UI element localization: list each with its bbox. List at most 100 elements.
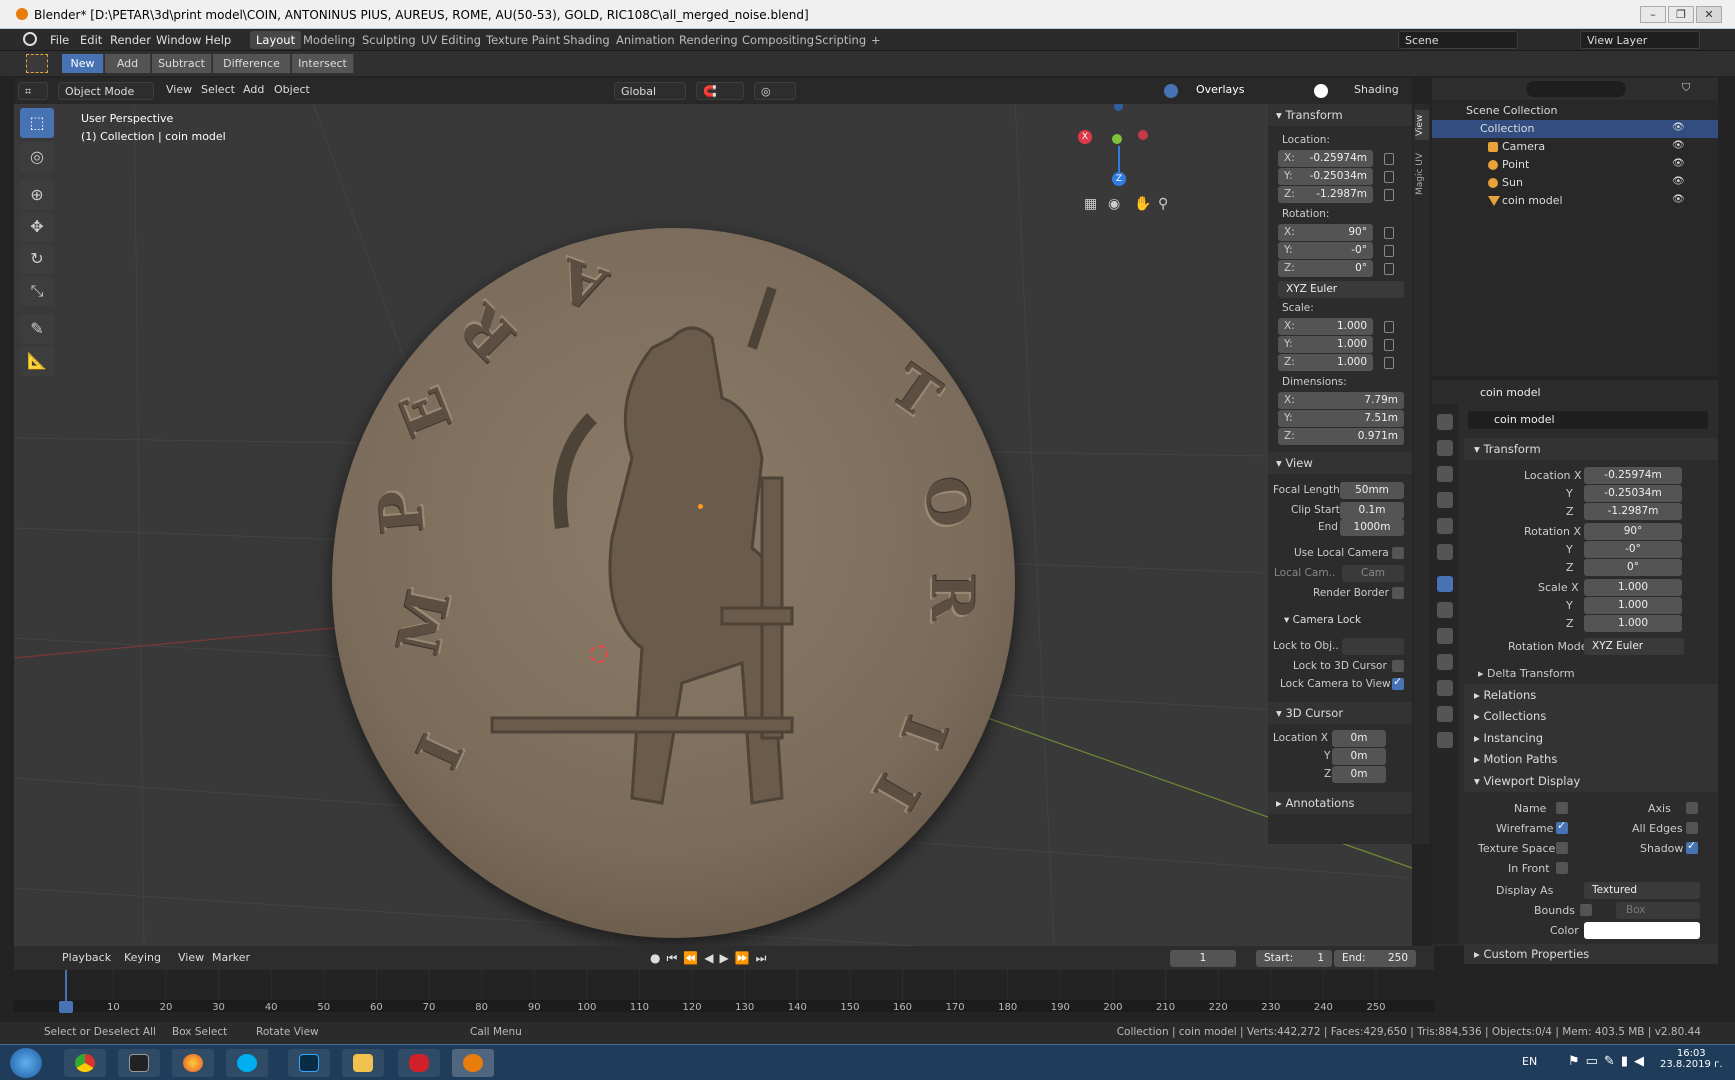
material-tab-icon[interactable]	[1437, 732, 1453, 748]
location-x-field[interactable]: X: -0.25974m	[1278, 150, 1373, 167]
cursor-y-field[interactable]: 0m	[1332, 748, 1386, 765]
timeline-menu-keying[interactable]: Keying	[124, 951, 161, 964]
taskbar-chrome[interactable]	[64, 1049, 106, 1077]
camera-lock-subpanel[interactable]: ▾ Camera Lock	[1284, 614, 1361, 626]
3d-viewport[interactable]: I M P E R A T O R I I X Z ▦ ◉ ✋ ⚲	[14, 78, 1412, 946]
taskbar-app[interactable]	[118, 1049, 160, 1077]
viewport-menu-add[interactable]: Add	[243, 83, 264, 96]
all-edges-checkbox[interactable]	[1686, 822, 1698, 834]
blender-logo-icon[interactable]	[23, 32, 37, 46]
taskbar-app-red[interactable]	[398, 1049, 440, 1077]
boolean-new-button[interactable]: New	[62, 54, 104, 73]
editor-type-icon[interactable]: ⌗	[18, 82, 48, 100]
select-box-tool-icon[interactable]	[26, 54, 48, 73]
tab-uv-editing[interactable]: UV Editing	[415, 31, 487, 49]
lock-icon[interactable]	[1384, 153, 1394, 165]
focal-length-field[interactable]: 50mm	[1340, 482, 1404, 499]
data-tab-icon[interactable]	[1437, 706, 1453, 722]
add-workspace-button[interactable]: +	[865, 31, 887, 49]
local-camera-field[interactable]: Cam	[1342, 565, 1404, 582]
boolean-subtract-button[interactable]: Subtract	[152, 54, 212, 73]
use-local-camera-checkbox[interactable]	[1392, 547, 1404, 559]
visibility-eye-icon[interactable]: 👁	[1672, 122, 1685, 133]
scene-tab-icon[interactable]	[1437, 518, 1453, 534]
location-y-field[interactable]: Y: -0.25034m	[1278, 168, 1373, 185]
lock-icon[interactable]	[1384, 171, 1394, 183]
tab-view[interactable]: View	[1415, 110, 1429, 140]
overlays-icon[interactable]	[1164, 84, 1178, 98]
display-name-checkbox[interactable]	[1556, 802, 1568, 814]
maximize-button[interactable]: ❐	[1668, 6, 1694, 23]
playhead-frame-badge[interactable]	[59, 1001, 73, 1013]
render-tab-icon[interactable]	[1437, 440, 1453, 456]
location-z-field[interactable]: Z: -1.2987m	[1278, 186, 1373, 203]
boolean-difference-button[interactable]: Difference	[213, 54, 291, 73]
annotations-panel-header[interactable]: ▸ Annotations	[1268, 792, 1412, 814]
wireframe-checkbox[interactable]	[1556, 819, 1568, 834]
tab-magic-uv[interactable]: Magic UV	[1415, 150, 1429, 198]
tab-modeling[interactable]: Modeling	[297, 31, 361, 49]
shadow-checkbox[interactable]	[1686, 839, 1698, 854]
select-tool-icon[interactable]: ⬚	[20, 108, 54, 138]
tab-animation[interactable]: Animation	[610, 31, 681, 49]
motion-paths-panel-header[interactable]: ▸ Motion Paths	[1464, 748, 1718, 770]
modifiers-tab-icon[interactable]	[1437, 602, 1453, 618]
visibility-eye-icon[interactable]: 👁	[1672, 158, 1685, 169]
custom-properties-panel-header[interactable]: ▸ Custom Properties	[1464, 944, 1718, 964]
rotation-mode-select[interactable]: XYZ Euler	[1278, 281, 1404, 298]
object-tab-icon[interactable]	[1437, 576, 1453, 592]
properties-transform-header[interactable]: ▾ Transform	[1464, 438, 1718, 460]
measure-tool-icon[interactable]: 📐	[20, 346, 54, 376]
cursor-x-field[interactable]: 0m	[1332, 730, 1386, 747]
dimensions-y-field[interactable]: Y: 7.51m	[1278, 410, 1404, 427]
tab-sculpting[interactable]: Sculpting	[356, 31, 422, 49]
delta-transform-subpanel[interactable]: ▸ Delta Transform	[1478, 667, 1575, 680]
3d-cursor-icon[interactable]	[590, 645, 608, 663]
in-front-checkbox[interactable]	[1556, 862, 1568, 874]
gizmo-z-icon[interactable]: Z	[1112, 172, 1126, 186]
viewport-menu-object[interactable]: Object	[274, 83, 310, 96]
dimensions-x-field[interactable]: X: 7.79m	[1278, 392, 1404, 409]
cursor-z-field[interactable]: 0m	[1332, 766, 1386, 783]
scale-z-field[interactable]: Z: 1.000	[1278, 354, 1373, 371]
bounds-type-select[interactable]: Box	[1616, 902, 1700, 919]
end-frame-field[interactable]: End: 250	[1334, 950, 1416, 967]
navigation-gizmo[interactable]: X Z	[1074, 100, 1164, 190]
close-button[interactable]: ✕	[1696, 6, 1722, 23]
rotation-y-field[interactable]: Y: -0°	[1278, 242, 1373, 259]
gizmo-y-icon[interactable]	[1112, 134, 1122, 144]
playback-controls[interactable]: ●⏮⏪◀▶⏩⏭	[650, 951, 772, 966]
instancing-panel-header[interactable]: ▸ Instancing	[1464, 727, 1718, 749]
dimensions-z-field[interactable]: Z: 0.971m	[1278, 428, 1404, 445]
display-as-select[interactable]: Textured	[1584, 882, 1700, 899]
gizmo-x-icon[interactable]: X	[1078, 130, 1092, 144]
rotation-x-field[interactable]: X: 90°	[1278, 224, 1373, 241]
timeline-menu-marker[interactable]: Marker	[212, 951, 250, 964]
lock-icon[interactable]	[1384, 339, 1394, 351]
outliner-scene-collection[interactable]: Scene Collection	[1432, 102, 1718, 120]
clock[interactable]: 16:03 23.8.2019 г.	[1660, 1048, 1723, 1070]
tab-layout[interactable]: Layout	[250, 31, 302, 49]
viewport-menu-select[interactable]: Select	[201, 83, 235, 96]
menu-render[interactable]: Render	[110, 33, 151, 47]
transform-panel-header[interactable]: ▾ Transform	[1268, 104, 1412, 126]
view-panel-header[interactable]: ▾ View	[1268, 452, 1412, 474]
language-indicator[interactable]: EN	[1522, 1055, 1537, 1068]
proportional-edit-icon[interactable]: ◎	[754, 82, 796, 100]
physics-tab-icon[interactable]	[1437, 654, 1453, 670]
transform-tool-icon[interactable]: ⊕	[20, 180, 54, 210]
scale-tool-icon[interactable]: ⤡	[20, 276, 54, 306]
rotate-tool-icon[interactable]: ↻	[20, 244, 54, 274]
prop-rotation-y[interactable]: -0°	[1584, 541, 1682, 558]
shading-dropdown[interactable]: Shading	[1354, 83, 1399, 96]
prop-scale-y[interactable]: 1.000	[1584, 597, 1682, 614]
clip-end-field[interactable]: 1000m	[1340, 519, 1404, 536]
grid-icon[interactable]: ▦	[1084, 196, 1097, 212]
visibility-eye-icon[interactable]: 👁	[1672, 140, 1685, 151]
lock-icon[interactable]	[1384, 321, 1394, 333]
tab-texture-paint[interactable]: Texture Paint	[480, 31, 566, 49]
mode-selector[interactable]: Object Mode	[58, 82, 154, 100]
prop-rotation-x[interactable]: 90°	[1584, 523, 1682, 540]
visibility-eye-icon[interactable]: 👁	[1672, 194, 1685, 205]
view-layer-tab-icon[interactable]	[1437, 492, 1453, 508]
